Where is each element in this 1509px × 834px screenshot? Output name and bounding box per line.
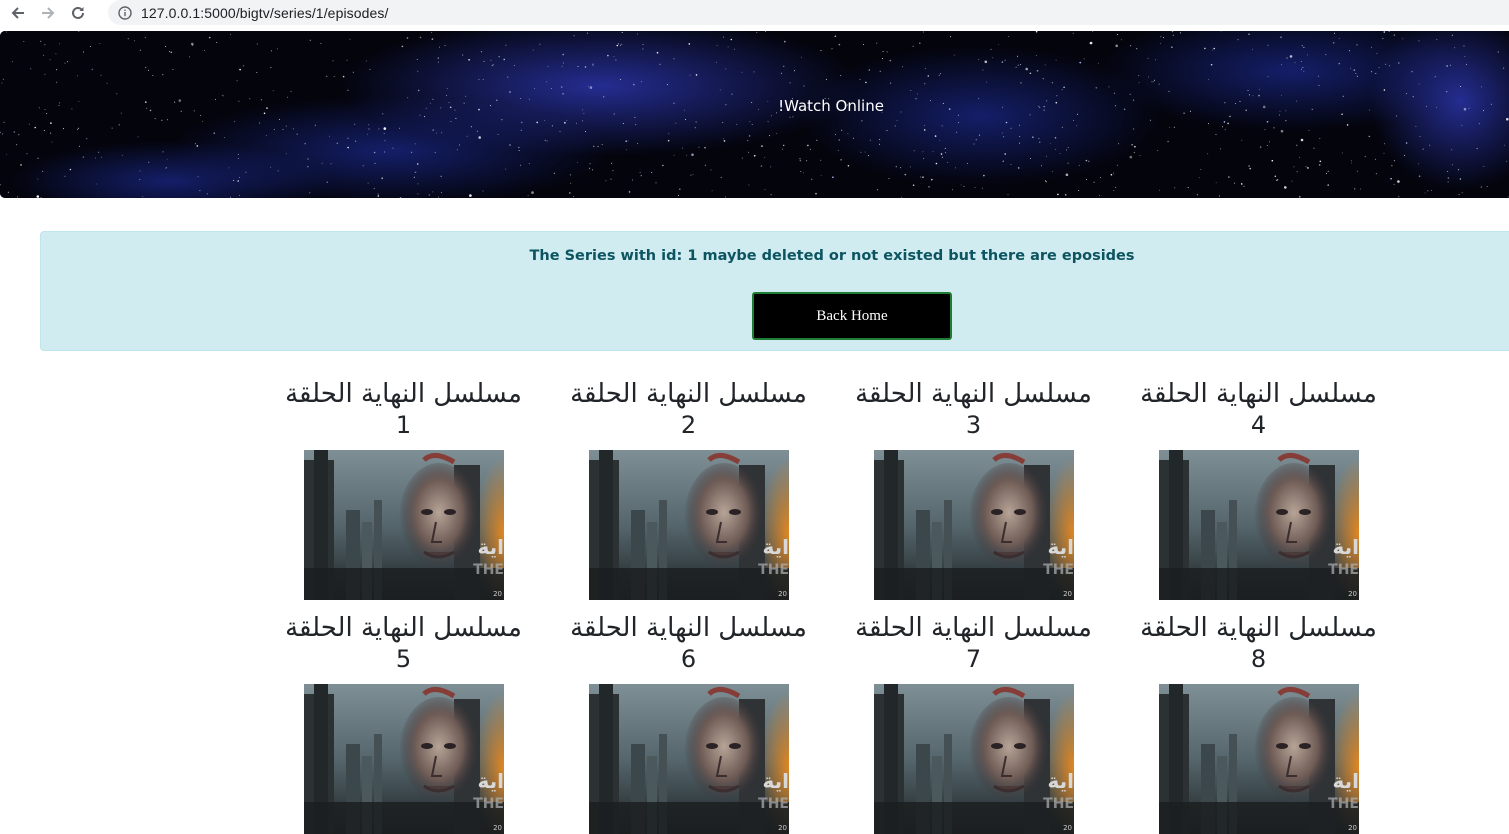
forward-button[interactable] (36, 1, 60, 25)
episode-title[interactable]: مسلسل النهاية الحلقة (279, 612, 529, 644)
back-arrow-icon (10, 5, 26, 21)
svg-text:20: 20 (1063, 590, 1072, 598)
episode-number: 7 (831, 643, 1116, 675)
poster-image: اية THE 20 (1159, 684, 1359, 834)
hero-banner: Watch Online! (0, 31, 1509, 198)
svg-text:THE: THE (1043, 562, 1074, 578)
episode-title[interactable]: مسلسل النهاية الحلقة (1134, 612, 1384, 644)
svg-text:20: 20 (778, 590, 787, 598)
info-alert: The Series with id: 1 maybe deleted or n… (40, 231, 1509, 351)
episode-title[interactable]: مسلسل النهاية الحلقة (564, 612, 814, 644)
svg-text:اية: اية (762, 769, 789, 793)
episode-title[interactable]: مسلسل النهاية الحلقة (279, 378, 529, 410)
svg-text:20: 20 (493, 590, 502, 598)
episode-thumbnail[interactable]: اية THE 20 (304, 684, 504, 834)
svg-text:THE: THE (473, 796, 504, 812)
episode-number: 4 (1116, 409, 1401, 441)
svg-text:THE: THE (1328, 796, 1359, 812)
svg-text:THE: THE (758, 796, 789, 812)
episode-thumbnail[interactable]: اية THE 20 (874, 450, 1074, 600)
svg-text:اية: اية (1332, 535, 1359, 559)
episode-card[interactable]: مسلسل النهاية الحلقة4 (1116, 378, 1401, 600)
episode-thumbnail[interactable]: اية THE 20 (1159, 684, 1359, 834)
info-icon[interactable] (118, 6, 132, 20)
poster-image: اية THE 20 (589, 684, 789, 834)
episode-card[interactable]: مسلسل النهاية الحلقة7 (831, 612, 1116, 834)
episode-card[interactable]: مسلسل النهاية الحلقة3 (831, 378, 1116, 600)
svg-text:THE: THE (1328, 562, 1359, 578)
episode-card[interactable]: مسلسل النهاية الحلقة2 (546, 378, 831, 600)
svg-text:اية: اية (1332, 769, 1359, 793)
episode-title[interactable]: مسلسل النهاية الحلقة (564, 378, 814, 410)
episode-title[interactable]: مسلسل النهاية الحلقة (849, 612, 1099, 644)
poster-image: اية THE 20 (874, 684, 1074, 834)
svg-text:اية: اية (477, 769, 504, 793)
svg-text:THE: THE (1043, 796, 1074, 812)
svg-text:20: 20 (1348, 824, 1357, 832)
episode-number: 6 (546, 643, 831, 675)
address-bar[interactable]: 127.0.0.1:5000/bigtv/series/1/episodes/ (108, 0, 1509, 25)
alert-message: The Series with id: 1 maybe deleted or n… (41, 248, 1509, 264)
episode-thumbnail[interactable]: اية THE 20 (1159, 450, 1359, 600)
reload-button[interactable] (66, 1, 90, 25)
episode-card[interactable]: مسلسل النهاية الحلقة5 (261, 612, 546, 834)
svg-text:20: 20 (493, 824, 502, 832)
forward-arrow-icon (40, 5, 56, 21)
episode-title[interactable]: مسلسل النهاية الحلقة (1134, 378, 1384, 410)
episode-number: 1 (261, 409, 546, 441)
poster-image: اية THE 20 (304, 684, 504, 834)
episode-thumbnail[interactable]: اية THE 20 (304, 450, 504, 600)
svg-text:اية: اية (762, 535, 789, 559)
poster-image: اية THE 20 (1159, 450, 1359, 600)
poster-image: اية THE 20 (304, 450, 504, 600)
back-home-button[interactable]: Back Home (752, 292, 952, 340)
episode-card[interactable]: مسلسل النهاية الحلقة6 (546, 612, 831, 834)
episode-thumbnail[interactable]: اية THE 20 (589, 684, 789, 834)
svg-text:20: 20 (778, 824, 787, 832)
episode-number: 3 (831, 409, 1116, 441)
svg-text:اية: اية (1047, 769, 1074, 793)
poster-image: اية THE 20 (589, 450, 789, 600)
back-button[interactable] (6, 1, 30, 25)
svg-text:THE: THE (758, 562, 789, 578)
svg-text:اية: اية (477, 535, 504, 559)
episode-thumbnail[interactable]: اية THE 20 (589, 450, 789, 600)
episode-number: 8 (1116, 643, 1401, 675)
hero-title: Watch Online! (0, 97, 1509, 115)
episode-title[interactable]: مسلسل النهاية الحلقة (849, 378, 1099, 410)
poster-image: اية THE 20 (874, 450, 1074, 600)
svg-text:اية: اية (1047, 535, 1074, 559)
episode-card[interactable]: مسلسل النهاية الحلقة1 (261, 378, 546, 600)
svg-text:20: 20 (1063, 824, 1072, 832)
episode-number: 5 (261, 643, 546, 675)
svg-text:20: 20 (1348, 590, 1357, 598)
episode-card[interactable]: مسلسل النهاية الحلقة8 (1116, 612, 1401, 834)
browser-toolbar: 127.0.0.1:5000/bigtv/series/1/episodes/ (0, 0, 1509, 25)
episode-number: 2 (546, 409, 831, 441)
episode-thumbnail[interactable]: اية THE 20 (874, 684, 1074, 834)
reload-icon (70, 5, 86, 21)
url-text: 127.0.0.1:5000/bigtv/series/1/episodes/ (141, 5, 389, 21)
svg-text:THE: THE (473, 562, 504, 578)
